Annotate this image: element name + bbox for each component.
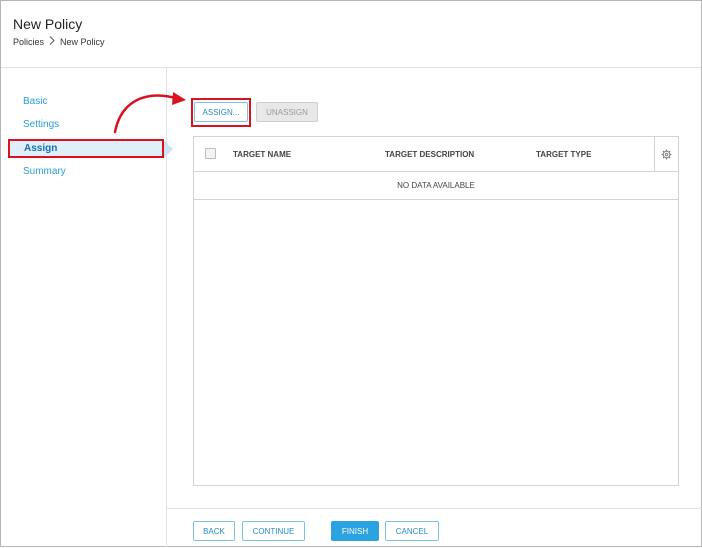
- active-step-pointer: [164, 140, 173, 158]
- empty-grid-message: NO DATA AVAILABLE: [194, 172, 678, 200]
- page-title: New Policy: [13, 16, 83, 32]
- sidebar-item-basic[interactable]: Basic: [23, 96, 47, 107]
- breadcrumb-item-policies[interactable]: Policies: [13, 37, 44, 47]
- page-header: New Policy Policies New Policy: [1, 1, 701, 68]
- sidebar-item-summary[interactable]: Summary: [23, 166, 66, 177]
- sidebar-item-label: Assign: [24, 143, 58, 154]
- sidebar-item-assign[interactable]: Assign: [8, 139, 164, 158]
- breadcrumb-item-new-policy: New Policy: [60, 36, 105, 47]
- policy-window: New Policy Policies New Policy Basic Set…: [0, 0, 702, 547]
- select-all-checkbox[interactable]: [205, 148, 216, 159]
- sidebar-item-settings[interactable]: Settings: [23, 119, 59, 130]
- gear-icon[interactable]: [654, 137, 678, 172]
- column-target-name[interactable]: TARGET NAME: [233, 150, 291, 159]
- targets-grid: TARGET NAME TARGET DESCRIPTION TARGET TY…: [193, 136, 679, 486]
- grid-header: TARGET NAME TARGET DESCRIPTION TARGET TY…: [194, 137, 678, 172]
- column-target-description[interactable]: TARGET DESCRIPTION: [385, 150, 474, 159]
- assign-button[interactable]: ASSIGN...: [194, 102, 248, 122]
- column-target-type[interactable]: TARGET TYPE: [536, 150, 591, 159]
- finish-button[interactable]: FINISH: [331, 521, 379, 541]
- cancel-button[interactable]: CANCEL: [385, 521, 439, 541]
- wizard-sidebar: Basic Settings Assign Summary: [1, 68, 173, 547]
- back-button[interactable]: BACK: [193, 521, 235, 541]
- continue-button[interactable]: CONTINUE: [242, 521, 305, 541]
- breadcrumb: Policies New Policy: [13, 36, 105, 47]
- unassign-button: UNASSIGN: [256, 102, 318, 122]
- chevron-right-icon: [49, 36, 55, 47]
